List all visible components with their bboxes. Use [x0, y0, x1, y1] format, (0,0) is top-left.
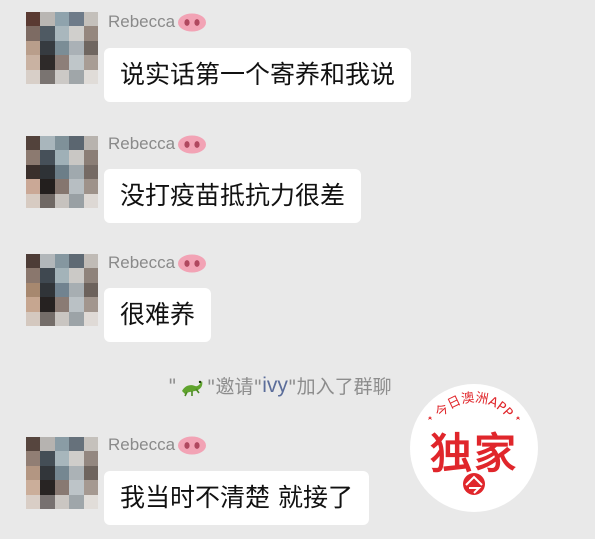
avatar[interactable]	[26, 437, 98, 509]
watermark-arc-text: 今日澳洲APP	[432, 390, 515, 421]
system-notice: " "邀请" ivy "加入了群聊	[168, 373, 392, 399]
sender-name: Rebecca	[108, 12, 207, 32]
pig-nose-emoji-icon	[178, 13, 207, 31]
pig-nose-emoji-icon	[178, 254, 207, 272]
invitee-name[interactable]: ivy	[262, 374, 288, 398]
sender-name: Rebecca	[108, 253, 207, 273]
pig-nose-emoji-icon	[178, 135, 207, 153]
message-bubble[interactable]: 没打疫苗抵抗力很差	[104, 169, 362, 223]
exclusive-watermark-badge: 今日澳洲APP 独家	[410, 384, 538, 512]
pig-nose-emoji-icon	[178, 436, 207, 454]
message-bubble[interactable]: 说实话第一个寄养和我说	[104, 48, 412, 102]
avatar[interactable]	[26, 12, 98, 84]
sender-name: Rebecca	[108, 435, 207, 455]
message-bubble[interactable]: 很难养	[104, 288, 212, 342]
message-bubble[interactable]: 我当时不清楚 就接了	[104, 471, 369, 525]
sender-name: Rebecca	[108, 134, 207, 154]
lizard-emoji-icon	[181, 380, 203, 396]
avatar[interactable]	[26, 254, 98, 326]
avatar[interactable]	[26, 136, 98, 208]
exclusive-title: 独家	[429, 429, 518, 478]
